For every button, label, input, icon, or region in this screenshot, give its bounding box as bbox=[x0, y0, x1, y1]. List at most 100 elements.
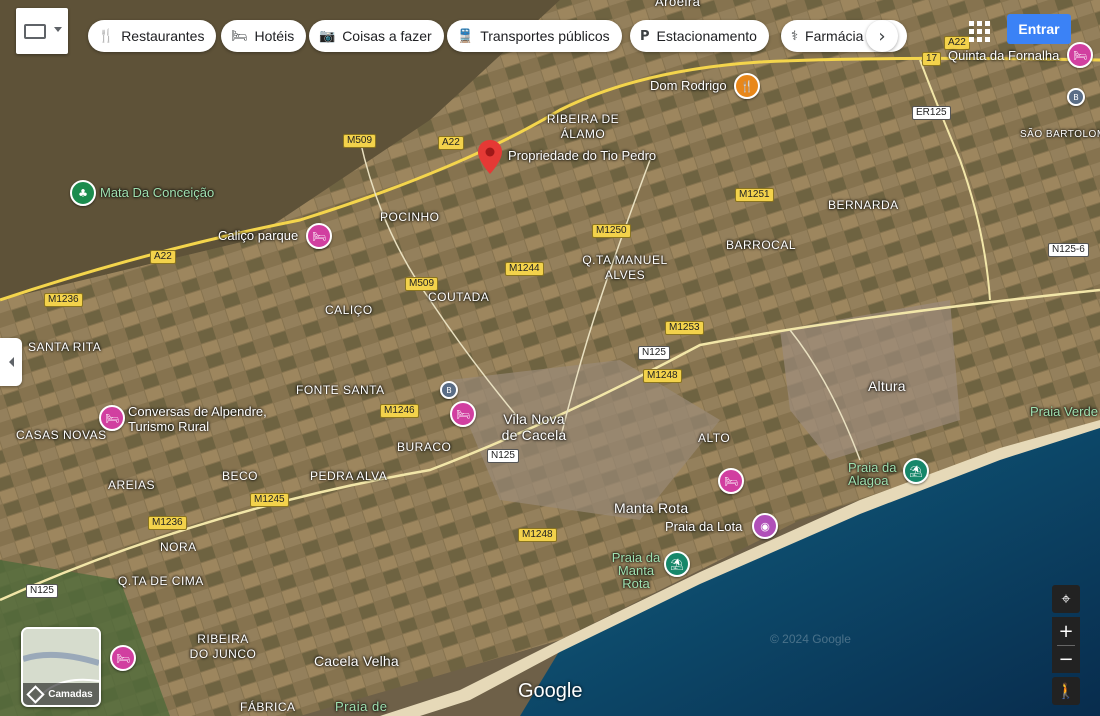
road-label-m1253: M1253 bbox=[665, 321, 704, 335]
restaurant-pin-icon[interactable]: 🍴 bbox=[734, 73, 760, 99]
chip-label: Estacionamento bbox=[656, 28, 757, 44]
town-label: Cacela Velha bbox=[314, 653, 399, 669]
town-label: Praia Verde bbox=[1030, 404, 1098, 419]
hotel-pin-icon[interactable]: 🛏 bbox=[718, 468, 744, 494]
hotel-pin-icon[interactable]: 🛏 bbox=[1067, 42, 1093, 68]
park-pin-icon[interactable]: ♣ bbox=[70, 180, 96, 206]
street-view-pegman[interactable]: 🚶 bbox=[1052, 677, 1080, 705]
chip-label: Restaurantes bbox=[121, 28, 205, 44]
road-label-n125-6: N125-6 bbox=[1048, 243, 1089, 257]
layers-button[interactable]: Camadas bbox=[21, 627, 101, 707]
poi-label[interactable]: Praia da Alagoa bbox=[848, 461, 898, 487]
zoom-controls: + − bbox=[1052, 617, 1080, 673]
place-label: FÁBRICA bbox=[240, 700, 296, 714]
road-label-m1236: M1236 bbox=[148, 516, 187, 530]
road-label-m1251: M1251 bbox=[735, 188, 774, 202]
place-label: BERNARDA bbox=[828, 198, 899, 212]
road-label-er125: ER125 bbox=[912, 106, 951, 120]
zoom-out-button[interactable]: − bbox=[1052, 646, 1080, 673]
map-pin-icon bbox=[478, 140, 502, 174]
chip-label: Hotéis bbox=[254, 28, 295, 44]
camera-pin-icon[interactable]: ◉ bbox=[752, 513, 778, 539]
place-label: CASAS NOVAS bbox=[16, 428, 107, 442]
restaurant-icon: 🍴 bbox=[98, 28, 115, 44]
bus-stop-icon[interactable]: B bbox=[440, 381, 458, 399]
more-chips-button[interactable]: › bbox=[866, 20, 898, 52]
pharmacy-icon: ⚕ bbox=[791, 28, 799, 44]
road-label-n125: N125 bbox=[638, 346, 670, 360]
place-label: ALTO bbox=[698, 431, 731, 445]
poi-label[interactable]: Caliço parque bbox=[218, 228, 298, 243]
road-label-a22: A22 bbox=[150, 250, 176, 264]
road-label-m1250: M1250 bbox=[592, 224, 631, 238]
poi-label[interactable]: Dom Rodrigo bbox=[650, 78, 727, 93]
town-label: Vila Nova de Cacela bbox=[501, 411, 567, 443]
layers-icon bbox=[26, 684, 45, 704]
road-label-n125: N125 bbox=[26, 584, 58, 598]
chip-transit[interactable]: 🚆 Transportes públicos bbox=[447, 20, 622, 52]
place-label: BARROCAL bbox=[726, 238, 797, 252]
chevron-left-icon bbox=[8, 357, 14, 367]
my-location-button[interactable]: ⌖ bbox=[1052, 585, 1080, 613]
poi-label[interactable]: Conversas de Alpendre, Turismo Rural bbox=[128, 404, 278, 434]
chip-label: Coisas a fazer bbox=[342, 28, 432, 44]
town-label: Altura bbox=[868, 378, 906, 394]
hotel-pin-icon[interactable]: 🛏 bbox=[306, 223, 332, 249]
poi-label[interactable]: Mata Da Conceição bbox=[100, 185, 214, 200]
place-label: FONTE SANTA bbox=[296, 383, 385, 397]
chevron-down-icon[interactable] bbox=[54, 27, 62, 32]
hotel-pin-icon[interactable]: 🛏 bbox=[110, 645, 136, 671]
place-label: SÃO BARTOLOM bbox=[1020, 129, 1100, 140]
transit-icon: 🚆 bbox=[457, 28, 474, 44]
parking-icon: P bbox=[640, 28, 650, 44]
place-label: CALIÇO bbox=[325, 303, 373, 317]
poi-label[interactable]: Praia da Manta Rota bbox=[606, 551, 666, 590]
poi-label[interactable]: Praia da Lota bbox=[665, 519, 742, 534]
apps-grid-button[interactable] bbox=[966, 18, 992, 44]
beach-pin-icon[interactable]: ⛱ bbox=[664, 551, 690, 577]
place-label: BECO bbox=[222, 469, 259, 483]
google-logo: Google bbox=[518, 680, 583, 702]
place-label: NORA bbox=[160, 540, 197, 554]
side-panel-toggle[interactable] bbox=[0, 338, 22, 386]
poi-label[interactable]: Quinta da Fornalha bbox=[948, 48, 1059, 63]
place-label: BURACO bbox=[397, 440, 452, 454]
place-label: Aroeira bbox=[655, 0, 701, 9]
place-label: POCINHO bbox=[380, 210, 440, 224]
place-label: SANTA RITA bbox=[28, 340, 102, 354]
road-label-m1245: M1245 bbox=[250, 493, 289, 507]
sign-in-button[interactable]: Entrar bbox=[1007, 14, 1071, 44]
layers-label: Camadas bbox=[48, 688, 93, 700]
road-label-m1248: M1248 bbox=[643, 369, 682, 383]
bus-stop-icon[interactable]: B bbox=[1067, 88, 1085, 106]
road-label-a22: A22 bbox=[438, 136, 464, 150]
chip-things-to-do[interactable]: 📷 Coisas a fazer bbox=[309, 20, 444, 52]
road-label-n125: N125 bbox=[487, 449, 519, 463]
chip-restaurants[interactable]: 🍴 Restaurantes bbox=[88, 20, 217, 52]
keyboard-toggle-button[interactable] bbox=[16, 8, 68, 54]
beach-pin-icon[interactable]: ⛱ bbox=[903, 458, 929, 484]
pegman-icon: 🚶 bbox=[1056, 682, 1076, 700]
place-label: AREIAS bbox=[108, 478, 156, 492]
place-label: Q.TA DE CIMA bbox=[118, 574, 204, 588]
property-marker[interactable] bbox=[478, 140, 502, 174]
place-label: RIBEIRA DE ÁLAMO bbox=[546, 112, 620, 141]
zoom-in-button[interactable]: + bbox=[1052, 617, 1080, 645]
place-label: Praia de bbox=[335, 699, 388, 714]
minus-icon: − bbox=[1058, 649, 1074, 670]
town-label: Manta Rota bbox=[614, 500, 689, 516]
plus-icon: + bbox=[1058, 620, 1074, 642]
road-label-m1246: M1246 bbox=[380, 404, 419, 418]
chip-hotels[interactable]: 🛏 Hotéis bbox=[221, 20, 307, 52]
road-label-m1244: M1244 bbox=[505, 262, 544, 276]
place-label: COUTADA bbox=[428, 290, 490, 304]
property-marker-label[interactable]: Propriedade do Tio Pedro bbox=[508, 148, 656, 163]
locate-icon: ⌖ bbox=[1061, 589, 1071, 608]
hotel-pin-icon[interactable]: 🛏 bbox=[99, 405, 125, 431]
hotel-icon: 🛏 bbox=[231, 28, 248, 44]
hotel-pin-icon[interactable]: 🛏 bbox=[450, 401, 476, 427]
road-label-m509: M509 bbox=[343, 134, 377, 148]
camera-icon: 📷 bbox=[319, 28, 336, 44]
chip-parking[interactable]: P Estacionamento bbox=[630, 20, 769, 52]
road-label-m509: M509 bbox=[405, 277, 439, 291]
